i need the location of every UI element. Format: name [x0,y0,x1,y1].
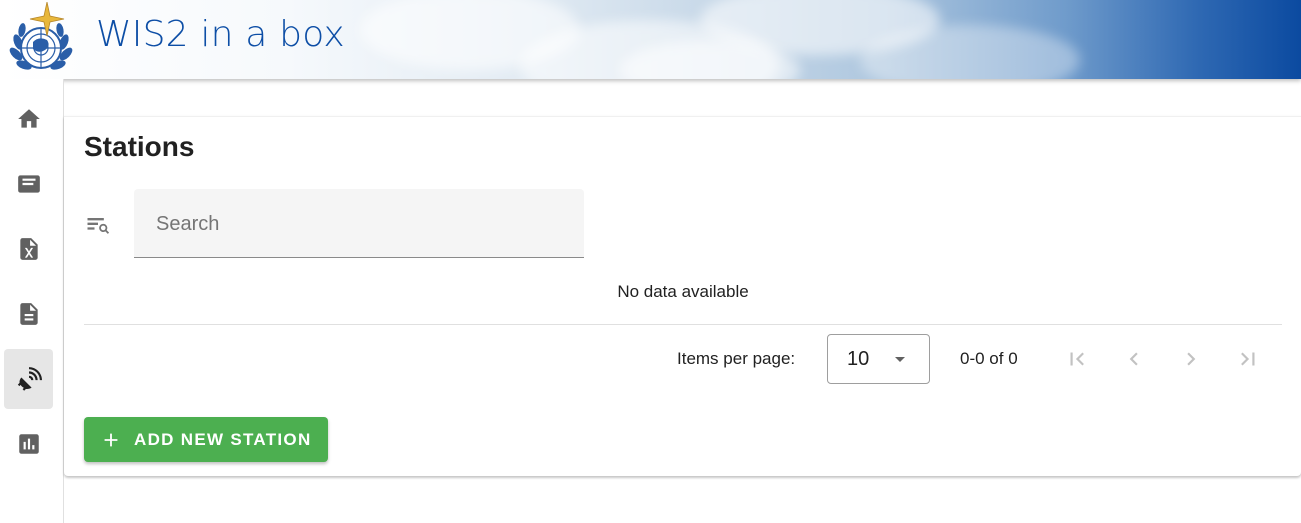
table-divider [84,324,1282,325]
app-title: WIS2 in a box [96,14,345,55]
wmo-logo[interactable] [6,1,76,76]
bar-chart-icon [18,434,39,454]
home-icon [17,109,40,128]
satellite-dish-icon [17,367,42,391]
sidebar-item-monitoring[interactable] [4,414,53,474]
search-field[interactable] [134,189,584,259]
excel-file-icon [19,238,38,260]
first-page-button[interactable] [1062,344,1092,374]
sidebar-item-home[interactable] [4,89,53,149]
table-empty-text: No data available [617,282,749,301]
items-per-page-value: 10 [847,348,870,370]
add-new-station-button[interactable]: ADD NEW STATION [84,417,328,462]
search-input[interactable] [154,189,568,259]
last-page-icon [1241,352,1255,366]
items-per-page-select[interactable]: 10 [827,334,930,384]
stations-card: Stations No data available Items per pag… [64,116,1301,476]
chevron-right-icon [1187,352,1196,366]
previous-page-button[interactable] [1119,344,1149,374]
last-page-button[interactable] [1233,344,1263,374]
card-icon [17,175,40,193]
sidebar [0,79,64,523]
pagination-range: 0-0 of 0 [960,349,1018,368]
document-icon [19,303,38,325]
plus-icon [100,429,122,451]
filter-search-icon [84,211,112,239]
sidebar-item-stations[interactable] [4,349,53,409]
first-page-icon [1070,352,1084,366]
sidebar-item-csv[interactable] [4,219,53,279]
sidebar-item-documents[interactable] [4,284,53,344]
items-per-page-label: Items per page: [677,349,796,368]
chevron-left-icon [1129,352,1138,366]
sidebar-item-messages[interactable] [4,154,53,214]
next-page-button[interactable] [1176,344,1206,374]
add-new-station-label: ADD NEW STATION [134,429,312,449]
chevron-down-icon [888,347,912,371]
app-header: WIS2 in a box [0,0,1301,79]
page-title: Stations [84,131,195,162]
